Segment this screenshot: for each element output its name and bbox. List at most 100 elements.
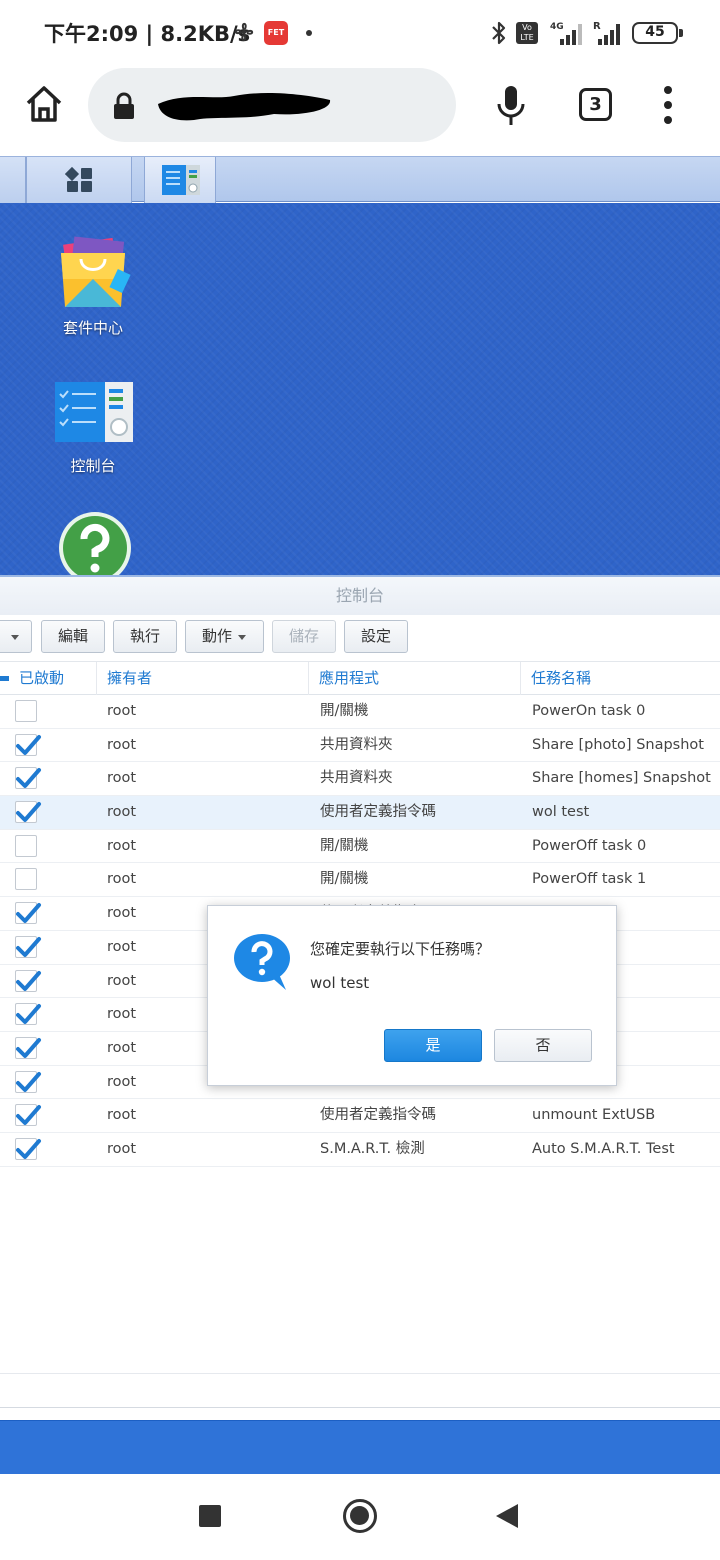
action-dropdown-button[interactable]: 動作 xyxy=(185,620,264,653)
checkbox-unchecked[interactable] xyxy=(15,834,37,857)
cell-task-name: Auto S.M.A.R.T. Test xyxy=(532,1140,675,1157)
redacted-url-mark xyxy=(158,93,331,121)
cell-owner: root xyxy=(107,938,137,955)
checkbox-checked[interactable] xyxy=(15,902,41,925)
confirm-dialog: 您確定要執行以下任務嗎？ wol test 是 否 xyxy=(207,905,617,1086)
cell-owner: root xyxy=(107,804,137,821)
help-icon xyxy=(59,512,131,575)
checkmark-icon xyxy=(16,1004,41,1025)
yes-button[interactable]: 是 xyxy=(384,1029,482,1062)
table-row[interactable]: root 共用資料夾 Share [homes] Snapshot xyxy=(0,762,720,797)
checkmark-icon xyxy=(16,802,41,823)
checkbox-checked[interactable] xyxy=(15,1104,41,1127)
table-row[interactable]: root S.M.A.R.T. 檢測 Auto S.M.A.R.T. Test xyxy=(0,1133,720,1167)
dsm-desktop: 套件中心 控制台 xyxy=(0,203,720,575)
cell-owner: root xyxy=(107,770,137,787)
cell-task-name: Share [photo] Snapshot xyxy=(532,736,704,753)
checkbox-checked[interactable] xyxy=(15,969,41,992)
desktop-icon-label: 套件中心 xyxy=(62,319,123,337)
checkmark-icon xyxy=(16,768,41,789)
control-panel-shortcut[interactable]: 控制台 xyxy=(33,381,153,481)
grid-divider xyxy=(0,1407,720,1408)
checkbox-checked[interactable] xyxy=(15,1137,41,1160)
home-icon[interactable] xyxy=(24,84,64,124)
package-center-shortcut[interactable]: 套件中心 xyxy=(33,233,153,343)
column-header-task-name[interactable]: 任務名稱 xyxy=(521,662,720,695)
settings-button[interactable]: 設定 xyxy=(344,620,408,653)
dsm-taskbar xyxy=(0,156,720,203)
url-bar[interactable] xyxy=(88,68,456,142)
action-label: 動作 xyxy=(202,627,233,645)
column-header-owner[interactable]: 擁有者 xyxy=(97,662,309,695)
checkmark-icon xyxy=(16,903,41,924)
back-icon[interactable] xyxy=(496,1504,518,1528)
control-panel-icon xyxy=(162,165,200,195)
checkbox-checked[interactable] xyxy=(15,767,41,790)
table-row[interactable]: root 開/關機 PowerOn task 0 xyxy=(0,695,720,729)
checkbox-unchecked[interactable] xyxy=(15,700,37,722)
cell-owner: root xyxy=(107,1039,137,1056)
checkbox-checked[interactable] xyxy=(15,1003,41,1026)
cell-owner: root xyxy=(107,837,137,854)
more-menu-icon[interactable] xyxy=(660,84,676,126)
table-row[interactable]: root 使用者定義指令碼 unmount ExtUSB xyxy=(0,1099,720,1133)
taskbar-control-panel[interactable] xyxy=(144,157,216,203)
checkbox-checked[interactable] xyxy=(15,801,41,824)
main-menu-button[interactable] xyxy=(26,157,132,203)
dsm-bottom-band xyxy=(0,1420,720,1474)
checkbox-checked[interactable] xyxy=(15,733,41,756)
checkmark-icon xyxy=(16,1071,41,1092)
cell-application: 開/關機 xyxy=(320,837,369,854)
cell-application: 共用資料夾 xyxy=(320,770,393,787)
volte-label: Vo LTE xyxy=(520,23,534,42)
edit-button[interactable]: 編輯 xyxy=(41,620,105,653)
checkmark-icon xyxy=(16,734,41,755)
checkmark-icon xyxy=(16,970,41,991)
checkbox-checked[interactable] xyxy=(15,1036,41,1059)
microphone-icon[interactable] xyxy=(496,84,526,126)
select-all-checkbox-icon[interactable] xyxy=(0,676,9,681)
dialog-task-name: wol test xyxy=(310,974,370,992)
table-row[interactable]: root 開/關機 PowerOff task 0 xyxy=(0,830,720,864)
column-header-enabled[interactable]: 已啟動 xyxy=(9,662,97,695)
home-circle-icon[interactable] xyxy=(343,1499,377,1533)
cell-owner: root xyxy=(107,905,137,922)
bluetooth-icon xyxy=(492,21,506,45)
grid-header: 已啟動 擁有者 應用程式 任務名稱 xyxy=(0,661,720,695)
table-row[interactable]: root 使用者定義指令碼 wol test xyxy=(0,796,720,830)
status-time-speed: 下午2:09 | 8.2KB/s xyxy=(44,22,251,46)
cell-task-name: PowerOff task 1 xyxy=(532,871,647,888)
shopping-bag-icon xyxy=(61,236,131,307)
window-title: 控制台 xyxy=(0,577,720,615)
help-shortcut[interactable] xyxy=(33,511,153,575)
tab-switcher-button[interactable]: 3 xyxy=(579,88,612,121)
volte-icon: Vo LTE xyxy=(516,22,538,44)
checkmark-icon xyxy=(16,1138,41,1159)
cell-owner: root xyxy=(107,1006,137,1023)
save-button[interactable]: 儲存 xyxy=(272,620,336,653)
run-button[interactable]: 執行 xyxy=(113,620,177,653)
status-bar: 下午2:09 | 8.2KB/s FET Vo LTE 4G R 45 xyxy=(0,0,720,66)
cell-application: 開/關機 xyxy=(320,703,369,719)
checkbox-checked[interactable] xyxy=(15,1070,41,1093)
cell-task-name: PowerOn task 0 xyxy=(532,703,646,719)
create-dropdown-button[interactable] xyxy=(0,620,32,653)
browser-toolbar: 3 xyxy=(0,66,720,156)
checkmark-icon xyxy=(16,936,41,957)
control-panel-icon xyxy=(55,382,133,442)
cell-owner: root xyxy=(107,1107,137,1124)
recents-icon[interactable] xyxy=(199,1505,221,1527)
column-header-application[interactable]: 應用程式 xyxy=(309,662,521,695)
cell-owner: root xyxy=(107,1140,137,1157)
no-button[interactable]: 否 xyxy=(494,1029,592,1062)
desktop-icon-label: 控制台 xyxy=(70,457,116,475)
cell-task-name: unmount ExtUSB xyxy=(532,1107,656,1124)
checkbox-unchecked[interactable] xyxy=(15,868,37,891)
cell-owner: root xyxy=(107,871,137,888)
cell-application: 共用資料夾 xyxy=(320,736,393,753)
checkbox-checked[interactable] xyxy=(15,935,41,958)
android-nav-bar xyxy=(0,1474,720,1560)
table-row[interactable]: root 開/關機 PowerOff task 1 xyxy=(0,863,720,898)
table-row[interactable]: root 共用資料夾 Share [photo] Snapshot xyxy=(0,729,720,763)
cell-owner: root xyxy=(107,972,137,989)
